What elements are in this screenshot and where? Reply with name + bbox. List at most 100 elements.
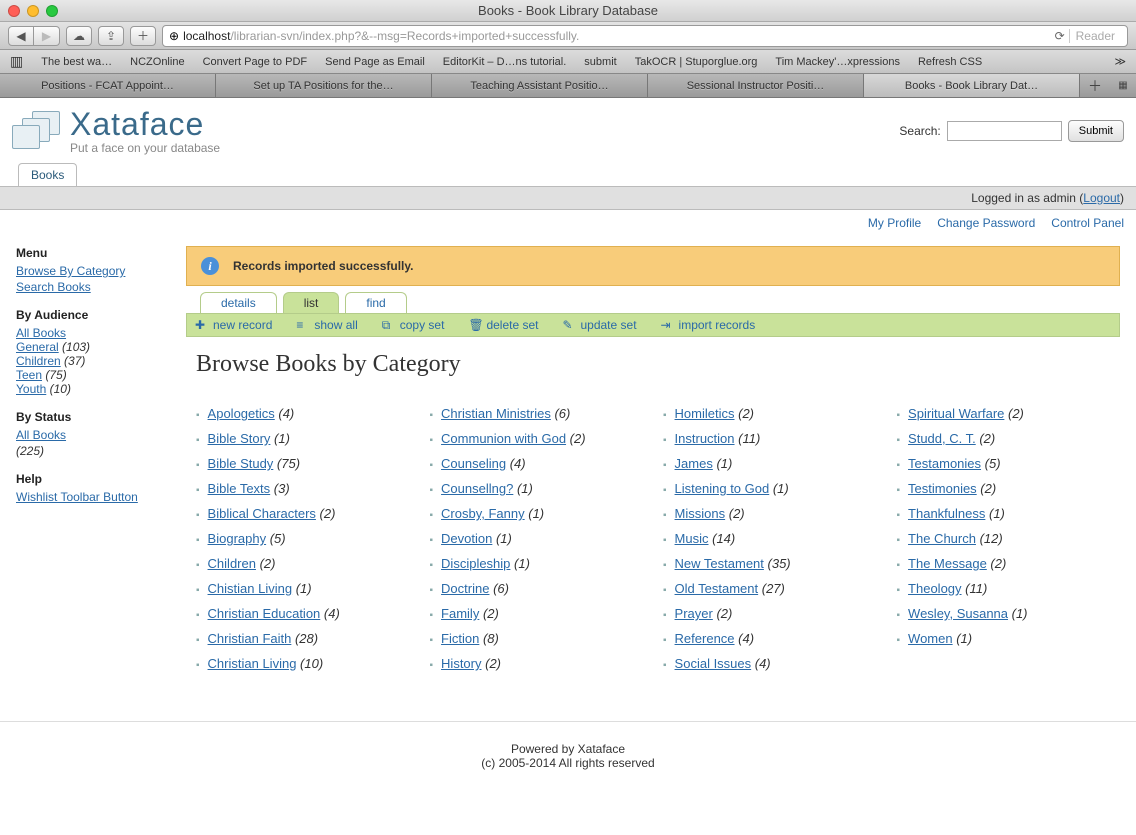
bookmark-item[interactable]: Send Page as Email bbox=[325, 56, 425, 68]
category-item: Children (2) bbox=[196, 556, 410, 571]
action-import-records[interactable]: ⇥import records bbox=[661, 318, 756, 332]
category-link[interactable]: Missions bbox=[675, 506, 726, 521]
category-link[interactable]: Fiction bbox=[441, 631, 479, 646]
user-link[interactable]: My Profile bbox=[868, 216, 921, 230]
bookmarks-overflow[interactable]: ≫ bbox=[1114, 55, 1126, 68]
category-count: (1) bbox=[513, 481, 533, 496]
category-link[interactable]: James bbox=[675, 456, 713, 471]
category-link[interactable]: Reference bbox=[675, 631, 735, 646]
action-new-record[interactable]: ✚new record bbox=[195, 318, 272, 332]
category-link[interactable]: Discipleship bbox=[441, 556, 510, 571]
category-link[interactable]: Bible Texts bbox=[208, 481, 271, 496]
browser-tab[interactable]: Books - Book Library Dat… bbox=[864, 74, 1080, 97]
action-delete-set[interactable]: 🗑delete set bbox=[468, 318, 538, 332]
sidebar-audience-item[interactable]: Children bbox=[16, 354, 61, 368]
category-link[interactable]: Bible Study bbox=[208, 456, 274, 471]
category-link[interactable]: Homiletics bbox=[675, 406, 735, 421]
category-link[interactable]: Instruction bbox=[675, 431, 735, 446]
bookmark-item[interactable]: Convert Page to PDF bbox=[203, 56, 308, 68]
sidebar-audience-item[interactable]: General bbox=[16, 340, 59, 354]
category-link[interactable]: The Church bbox=[908, 531, 976, 546]
viewtab-list[interactable]: list bbox=[283, 292, 340, 313]
category-link[interactable]: Spiritual Warfare bbox=[908, 406, 1004, 421]
reload-icon[interactable]: ⟳ bbox=[1055, 29, 1065, 43]
category-link[interactable]: Counsellng? bbox=[441, 481, 513, 496]
category-link[interactable]: Apologetics bbox=[208, 406, 275, 421]
category-link[interactable]: Music bbox=[675, 531, 709, 546]
address-bar[interactable]: ⊕ localhost/librarian-svn/index.php?&--m… bbox=[162, 25, 1128, 47]
category-link[interactable]: Bible Story bbox=[208, 431, 271, 446]
icloud-button[interactable]: ☁ bbox=[66, 26, 92, 46]
action-update-set[interactable]: ✎update set bbox=[562, 318, 636, 332]
category-link[interactable]: Children bbox=[208, 556, 256, 571]
browser-tab[interactable]: Positions - FCAT Appoint… bbox=[0, 74, 216, 97]
bookmark-item[interactable]: Refresh CSS bbox=[918, 56, 982, 68]
sidebar-browse-category[interactable]: Browse By Category bbox=[16, 264, 166, 278]
sidebar-search-books[interactable]: Search Books bbox=[16, 280, 166, 294]
category-link[interactable]: Crosby, Fanny bbox=[441, 506, 525, 521]
logo[interactable]: Xataface Put a face on your database bbox=[12, 106, 220, 155]
category-link[interactable]: Christian Ministries bbox=[441, 406, 551, 421]
category-link[interactable]: Testamonies bbox=[908, 456, 981, 471]
sidebar-audience-item[interactable]: Teen bbox=[16, 368, 42, 382]
category-link[interactable]: The Message bbox=[908, 556, 987, 571]
bookmark-item[interactable]: NCZOnline bbox=[130, 56, 184, 68]
forward-button[interactable]: ▶ bbox=[34, 26, 60, 46]
bookmarks-menu-icon[interactable]: ▥ bbox=[10, 53, 23, 70]
category-link[interactable]: Doctrine bbox=[441, 581, 489, 596]
category-link[interactable]: Biography bbox=[208, 531, 267, 546]
bookmark-item[interactable]: submit bbox=[584, 56, 616, 68]
bookmark-item[interactable]: The best wa… bbox=[41, 56, 112, 68]
bookmark-item[interactable]: EditorKit – D…ns tutorial. bbox=[443, 56, 567, 68]
viewtab-find[interactable]: find bbox=[345, 292, 406, 313]
sidebar-wishlist[interactable]: Wishlist Toolbar Button bbox=[16, 490, 166, 504]
reader-button[interactable]: Reader bbox=[1069, 29, 1121, 43]
browser-tab[interactable]: Sessional Instructor Positi… bbox=[648, 74, 864, 97]
page-title: Browse Books by Category bbox=[196, 351, 1120, 378]
category-link[interactable]: Old Testament bbox=[675, 581, 759, 596]
category-link[interactable]: Wesley, Susanna bbox=[908, 606, 1008, 621]
category-link[interactable]: Women bbox=[908, 631, 953, 646]
browser-tab[interactable]: Teaching Assistant Positio… bbox=[432, 74, 648, 97]
search-input[interactable] bbox=[947, 121, 1062, 141]
sidebar-audience-item[interactable]: All Books bbox=[16, 326, 66, 340]
category-link[interactable]: Christian Living bbox=[208, 656, 297, 671]
sidebar-status-all[interactable]: All Books bbox=[16, 428, 166, 442]
back-button[interactable]: ◀ bbox=[8, 26, 34, 46]
category-link[interactable]: Christian Education bbox=[208, 606, 321, 621]
logout-link[interactable]: Logout bbox=[1083, 191, 1120, 205]
search-submit-button[interactable] bbox=[1068, 120, 1124, 142]
add-button[interactable]: ＋ bbox=[130, 26, 156, 46]
share-button[interactable]: ⇪ bbox=[98, 26, 124, 46]
category-link[interactable]: Counseling bbox=[441, 456, 506, 471]
category-link[interactable]: Social Issues bbox=[675, 656, 752, 671]
action-copy-set[interactable]: ⧉copy set bbox=[382, 318, 445, 332]
category-link[interactable]: Biblical Characters bbox=[208, 506, 316, 521]
viewtab-details[interactable]: details bbox=[200, 292, 277, 313]
action-show-all[interactable]: ≡show all bbox=[296, 318, 357, 332]
category-link[interactable]: History bbox=[441, 656, 481, 671]
sidebar-audience-item[interactable]: Youth bbox=[16, 382, 46, 396]
tab-overview-button[interactable]: ▦ bbox=[1110, 74, 1136, 97]
category-link[interactable]: Family bbox=[441, 606, 479, 621]
category-link[interactable]: Listening to God bbox=[675, 481, 770, 496]
new-tab-button[interactable]: ＋ bbox=[1080, 74, 1110, 97]
sidebar-audience-list: All BooksGeneral (103)Children (37)Teen … bbox=[16, 326, 166, 396]
category-count: (11) bbox=[735, 431, 761, 446]
user-link[interactable]: Change Password bbox=[937, 216, 1035, 230]
category-link[interactable]: Prayer bbox=[675, 606, 713, 621]
category-link[interactable]: Theology bbox=[908, 581, 961, 596]
tab-books[interactable]: Books bbox=[18, 163, 77, 186]
category-link[interactable]: Chistian Living bbox=[208, 581, 293, 596]
user-link[interactable]: Control Panel bbox=[1051, 216, 1124, 230]
category-link[interactable]: Testimonies bbox=[908, 481, 977, 496]
bookmark-item[interactable]: Tim Mackey'…xpressions bbox=[775, 56, 900, 68]
category-link[interactable]: Christian Faith bbox=[208, 631, 292, 646]
bookmark-item[interactable]: TakOCR | Stuporglue.org bbox=[635, 56, 758, 68]
category-link[interactable]: Communion with God bbox=[441, 431, 566, 446]
category-link[interactable]: Thankfulness bbox=[908, 506, 985, 521]
category-link[interactable]: Studd, C. T. bbox=[908, 431, 976, 446]
browser-tab[interactable]: Set up TA Positions for the… bbox=[216, 74, 432, 97]
category-link[interactable]: New Testament bbox=[675, 556, 764, 571]
category-link[interactable]: Devotion bbox=[441, 531, 492, 546]
